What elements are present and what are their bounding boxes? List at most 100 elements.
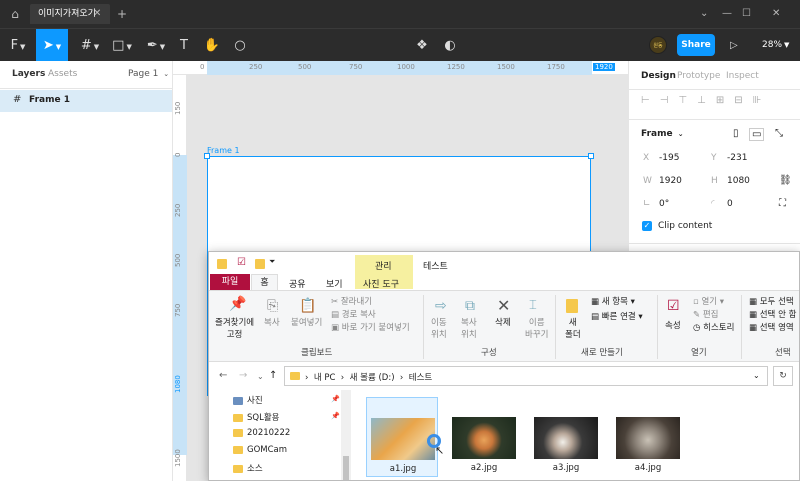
explorer-titlebar: ☑ ⏷ [209,252,799,274]
align-icons[interactable]: ⊢⊣⊤⊥⊞⊟⊪ [641,95,771,106]
tab-layers[interactable]: Layers [12,69,45,79]
share-button[interactable]: Share [677,34,715,56]
delete-button[interactable]: 삭제 [495,316,511,328]
quick-access-dropdown-icon[interactable]: ⏷ [269,257,275,267]
independent-corners-icon[interactable]: ⛶ [779,198,786,209]
constrain-proportions-icon[interactable]: ⛓ [779,175,792,186]
scrollbar[interactable] [341,390,351,480]
forward-icon[interactable]: → [239,370,247,381]
select-all-button[interactable]: ▦ 모두 선택 [749,295,794,307]
history-button[interactable]: ◷ 히스토리 [693,321,734,333]
x-field[interactable]: -195 [659,153,679,163]
page-selector[interactable]: Page 1 ⌄ [128,69,169,79]
tab-file[interactable]: 파일 [210,274,250,290]
recent-dropdown-icon[interactable]: ⌄ [257,372,264,381]
open-button[interactable]: ▫ 열기 ▾ [693,295,724,307]
paste-button[interactable]: 붙여넣기 [291,316,322,328]
frame-tool-icon[interactable]: # ▼ [74,29,106,62]
copy-button[interactable]: 복사 [264,316,280,328]
address-dropdown-icon[interactable]: ⌄ [753,371,760,380]
tab-picture-tools[interactable]: 사진 도구 [363,277,399,290]
nav-item[interactable]: 20210222 [233,428,290,438]
layer-item-frame[interactable]: # Frame 1 [0,90,172,112]
up-icon[interactable]: ↑ [269,370,277,381]
file-thumbnail[interactable]: a2.jpg [448,397,520,477]
cut-button[interactable]: ✂ 잘라내기 [331,295,372,307]
new-folder-icon [566,299,578,313]
contrast-icon[interactable]: ◐ [434,29,466,62]
nav-item[interactable]: 사진 [233,394,263,406]
tab-manage[interactable]: 관리 [375,259,392,272]
select-none-button[interactable]: ▦ 선택 안 함 [749,308,796,320]
resize-to-fit-icon[interactable]: ⤡ [775,128,783,139]
zoom-level[interactable]: 28% ▼ [762,29,789,62]
main-menu-icon[interactable]: F ▼ [2,29,34,62]
new-tab-icon[interactable]: + [117,4,127,24]
frame-section-title[interactable]: Frame ⌄ [641,129,684,139]
breadcrumb-item[interactable]: 새 볼륨 (D:) [350,373,395,383]
refresh-icon[interactable]: ↻ [773,366,793,386]
back-icon[interactable]: ← [219,370,227,381]
file-thumbnail[interactable]: a3.jpg [530,397,602,477]
close-tab-icon[interactable]: ✕ [93,4,101,24]
invert-selection-button[interactable]: ▦ 선택 영역 [749,321,794,333]
radius-field[interactable]: 0 [727,199,733,209]
nav-item[interactable]: 소스 [233,462,263,474]
rename-button[interactable]: 이름 바꾸기 [525,316,548,340]
ruler-tick: 1000 [397,63,415,71]
edit-button[interactable]: ✎ 편집 [693,308,718,320]
tab-view[interactable]: 보기 [326,277,343,290]
rotation-field[interactable]: 0° [659,199,669,209]
group-label: 선택 [775,348,791,358]
h-field[interactable]: 1080 [727,176,750,186]
tab-prototype[interactable]: Prototype [677,71,720,81]
clip-content-checkbox[interactable]: ✓ [642,221,652,231]
file-explorer-window[interactable]: ☑ ⏷ 관리 테스트 파일 홈 공유 보기 사진 도구 📌 즐겨찾기에 고정 ⎘… [208,251,800,481]
breadcrumb-item[interactable]: 테스트 [409,373,432,383]
minimize-icon[interactable]: — [722,4,732,24]
address-bar[interactable]: › 내 PC › 새 볼륨 (D:) › 테스트 ⌄ [284,366,768,386]
play-icon[interactable]: ▷ [730,29,744,62]
copy-path-button[interactable]: ▤ 경로 복사 [331,308,376,320]
copy-to-button[interactable]: 복사 위치 [461,316,477,340]
chevron-down-icon[interactable]: ⌄ [700,4,708,24]
resize-handle[interactable] [204,153,210,159]
tab-home[interactable]: 홈 [251,274,278,291]
move-to-icon: ⇨ [435,298,447,314]
maximize-icon[interactable]: ☐ [742,4,751,24]
comment-tool-icon[interactable]: ○ [224,29,256,62]
resize-handle[interactable] [588,153,594,159]
group-label: 새로 만들기 [581,348,623,358]
new-folder-icon[interactable] [255,259,265,269]
move-tool-icon[interactable]: ➤ ▼ [36,29,68,62]
properties-icon[interactable]: ☑ [237,257,246,268]
frame-label[interactable]: Frame 1 [207,146,240,155]
nav-item[interactable]: SQL활용 [233,411,279,423]
w-field[interactable]: 1920 [659,176,682,186]
landscape-icon[interactable]: ▭ [749,128,765,141]
new-item-button[interactable]: ▦ 새 항목 ▾ [591,295,635,307]
tab-assets[interactable]: Assets [48,69,77,79]
file-name: a4.jpg [634,463,662,473]
copy-to-icon: ⧉ [465,298,475,314]
home-icon[interactable]: ⌂ [8,7,22,21]
shape-tool-icon[interactable]: □ ▼ [106,29,138,62]
portrait-icon[interactable]: ▯ [733,128,739,139]
nav-item[interactable]: GOMCam [233,445,287,455]
properties-button[interactable]: 속성 [665,319,681,331]
new-folder-button[interactable]: 새 폴더 [565,316,581,340]
tab-design[interactable]: Design [641,71,676,81]
close-window-icon[interactable]: ✕ [772,4,780,24]
breadcrumb-item[interactable]: 내 PC [314,373,336,383]
easy-access-button[interactable]: ▤ 빠른 연결 ▾ [591,310,643,322]
tab-share[interactable]: 공유 [289,277,306,290]
pin-button[interactable]: 즐겨찾기에 고정 [215,316,254,340]
file-thumbnail[interactable]: a4.jpg [612,397,684,477]
paste-shortcut-button[interactable]: ▣ 바로 가기 붙여넣기 [331,321,410,333]
copy-icon: ⎘ [267,298,279,314]
move-to-button[interactable]: 이동 위치 [431,316,447,340]
avatar[interactable]: 원동 A3AD [649,36,667,67]
tab-inspect[interactable]: Inspect [726,71,759,81]
y-field[interactable]: -231 [727,153,747,163]
ruler-tick: 0 [174,152,182,157]
